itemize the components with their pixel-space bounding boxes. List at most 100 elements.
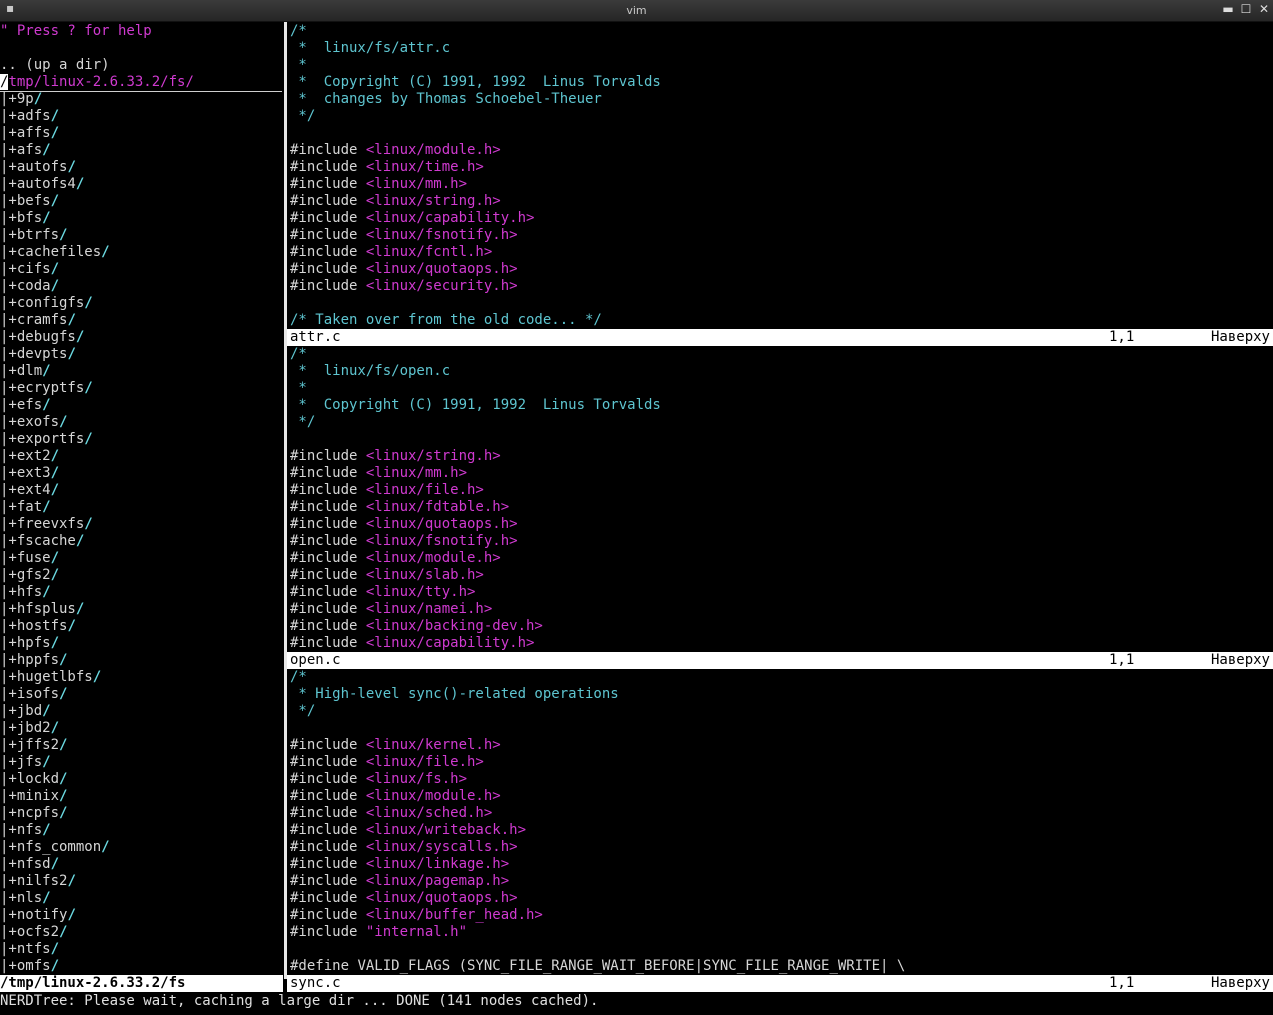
- code-line[interactable]: #include <linux/linkage.h>: [290, 856, 1273, 873]
- nerdtree-status-line[interactable]: /tmp/linux-2.6.33.2/fs: [0, 975, 283, 992]
- code-line[interactable]: *: [290, 57, 1273, 74]
- nerdtree-dir-item[interactable]: |+hugetlbfs/: [0, 669, 282, 686]
- dir-name[interactable]: nls: [17, 890, 42, 906]
- code-line[interactable]: [290, 941, 1273, 958]
- dir-name[interactable]: hfs: [17, 584, 42, 600]
- dir-name[interactable]: hppfs: [17, 652, 59, 668]
- code-line[interactable]: #include <linux/backing-dev.h>: [290, 618, 1273, 635]
- dir-name[interactable]: bfs: [17, 210, 42, 226]
- code-line[interactable]: #include <linux/file.h>: [290, 482, 1273, 499]
- dir-name[interactable]: notify: [17, 907, 68, 923]
- code-line[interactable]: #include <linux/capability.h>: [290, 210, 1273, 227]
- code-line[interactable]: /*: [290, 669, 1273, 686]
- nerdtree-dir-item[interactable]: |+jbd/: [0, 703, 282, 720]
- code-line[interactable]: * linux/fs/open.c: [290, 363, 1273, 380]
- nerdtree-dir-item[interactable]: |+9p/: [0, 91, 282, 108]
- nerdtree-dir-item[interactable]: |+afs/: [0, 142, 282, 159]
- dir-name[interactable]: hpfs: [17, 635, 51, 651]
- dir-name[interactable]: efs: [17, 397, 42, 413]
- nerdtree-dir-item[interactable]: |+befs/: [0, 193, 282, 210]
- dir-name[interactable]: fat: [17, 499, 42, 515]
- nerdtree-line[interactable]: " Press ? for help: [0, 23, 282, 40]
- code-line[interactable]: /*: [290, 23, 1273, 40]
- code-line[interactable]: [290, 125, 1273, 142]
- dir-name[interactable]: configfs: [17, 295, 84, 311]
- code-line[interactable]: * High-level sync()-related operations: [290, 686, 1273, 703]
- dir-name[interactable]: jbd2: [17, 720, 51, 736]
- window-status-line[interactable]: open.c 1,1 Наверху: [287, 652, 1273, 669]
- dir-name[interactable]: coda: [17, 278, 51, 294]
- code-line[interactable]: */: [290, 703, 1273, 720]
- nerdtree-dir-item[interactable]: |+hpfs/: [0, 635, 282, 652]
- window-status-line[interactable]: attr.c 1,1 Наверху: [287, 329, 1273, 346]
- nerdtree-dir-item[interactable]: |+ecryptfs/: [0, 380, 282, 397]
- dir-name[interactable]: nfs_common: [17, 839, 101, 855]
- code-line[interactable]: #include <linux/namei.h>: [290, 601, 1273, 618]
- nerdtree-dir-item[interactable]: |+hostfs/: [0, 618, 282, 635]
- nerdtree-line[interactable]: .. (up a dir): [0, 57, 282, 74]
- dir-name[interactable]: hfsplus: [17, 601, 76, 617]
- nerdtree-dir-item[interactable]: |+minix/: [0, 788, 282, 805]
- dir-name[interactable]: btrfs: [17, 227, 59, 243]
- nerdtree-cwd[interactable]: tmp/linux-2.6.33.2/fs/: [8, 74, 193, 90]
- code-line[interactable]: #include <linux/fsnotify.h>: [290, 533, 1273, 550]
- vertical-split-separator[interactable]: [284, 22, 287, 979]
- code-line[interactable]: #include <linux/quotaops.h>: [290, 516, 1273, 533]
- nerdtree-dir-item[interactable]: |+gfs2/: [0, 567, 282, 584]
- dir-name[interactable]: afs: [17, 142, 42, 158]
- nerdtree-dir-item[interactable]: |+exportfs/: [0, 431, 282, 448]
- code-line[interactable]: #include <linux/quotaops.h>: [290, 890, 1273, 907]
- nerdtree-dir-item[interactable]: |+fat/: [0, 499, 282, 516]
- dir-name[interactable]: lockd: [17, 771, 59, 787]
- code-line[interactable]: [290, 295, 1273, 312]
- code-line[interactable]: #include <linux/file.h>: [290, 754, 1273, 771]
- dir-name[interactable]: hugetlbfs: [17, 669, 93, 685]
- dir-name[interactable]: ext2: [17, 448, 51, 464]
- code-line[interactable]: #include <linux/security.h>: [290, 278, 1273, 295]
- nerdtree-dir-item[interactable]: |+cachefiles/: [0, 244, 282, 261]
- code-line[interactable]: #include <linux/quotaops.h>: [290, 261, 1273, 278]
- nerdtree-dir-item[interactable]: |+fuse/: [0, 550, 282, 567]
- dir-name[interactable]: ncpfs: [17, 805, 59, 821]
- minimize-icon[interactable]: ▬: [1221, 2, 1235, 16]
- nerdtree-dir-item[interactable]: |+debugfs/: [0, 329, 282, 346]
- nerdtree-dir-item[interactable]: |+exofs/: [0, 414, 282, 431]
- code-line[interactable]: #include <linux/pagemap.h>: [290, 873, 1273, 890]
- code-line[interactable]: #include "internal.h": [290, 924, 1273, 941]
- dir-name[interactable]: jffs2: [17, 737, 59, 753]
- close-icon[interactable]: ✕: [1257, 2, 1271, 16]
- code-line[interactable]: [290, 431, 1273, 448]
- dir-name[interactable]: isofs: [17, 686, 59, 702]
- code-line[interactable]: #include <linux/buffer_head.h>: [290, 907, 1273, 924]
- dir-name[interactable]: 9p: [17, 91, 34, 107]
- nerdtree-dir-item[interactable]: |+dlm/: [0, 363, 282, 380]
- code-line[interactable]: #include <linux/kernel.h>: [290, 737, 1273, 754]
- window-titlebar[interactable]: ▪ vim ▬ ☐ ✕: [0, 0, 1273, 22]
- nerdtree-dir-item[interactable]: |+devpts/: [0, 346, 282, 363]
- code-line[interactable]: #include <linux/mm.h>: [290, 465, 1273, 482]
- dir-name[interactable]: gfs2: [17, 567, 51, 583]
- nerdtree-dir-item[interactable]: |+autofs/: [0, 159, 282, 176]
- dir-name[interactable]: ecryptfs: [17, 380, 84, 396]
- nerdtree-dir-item[interactable]: |+bfs/: [0, 210, 282, 227]
- nerdtree-dir-item[interactable]: |+configfs/: [0, 295, 282, 312]
- nerdtree-dir-item[interactable]: |+ext4/: [0, 482, 282, 499]
- dir-name[interactable]: exportfs: [17, 431, 84, 447]
- command-line[interactable]: NERDTree: Please wait, caching a large d…: [0, 993, 1273, 1010]
- nerdtree-dir-item[interactable]: |+cifs/: [0, 261, 282, 278]
- nerdtree-dir-item[interactable]: |+cramfs/: [0, 312, 282, 329]
- code-line[interactable]: * changes by Thomas Schoebel-Theuer: [290, 91, 1273, 108]
- dir-name[interactable]: cachefiles: [17, 244, 101, 260]
- terminal-area[interactable]: " Press ? for help .. (up a dir) /tmp/linu…: [0, 22, 1273, 1015]
- dir-name[interactable]: nfsd: [17, 856, 51, 872]
- nerdtree-dir-item[interactable]: |+jfs/: [0, 754, 282, 771]
- dir-name[interactable]: fuse: [17, 550, 51, 566]
- nerdtree-dir-item[interactable]: |+jbd2/: [0, 720, 282, 737]
- window-status-line[interactable]: sync.c 1,1 Наверху: [287, 975, 1273, 992]
- code-line[interactable]: */: [290, 108, 1273, 125]
- nerdtree-dir-item[interactable]: |+hfsplus/: [0, 601, 282, 618]
- nerdtree-dir-item[interactable]: |+ntfs/: [0, 941, 282, 958]
- nerdtree-dir-item[interactable]: |+isofs/: [0, 686, 282, 703]
- dir-name[interactable]: debugfs: [17, 329, 76, 345]
- code-line[interactable]: #include <linux/sched.h>: [290, 805, 1273, 822]
